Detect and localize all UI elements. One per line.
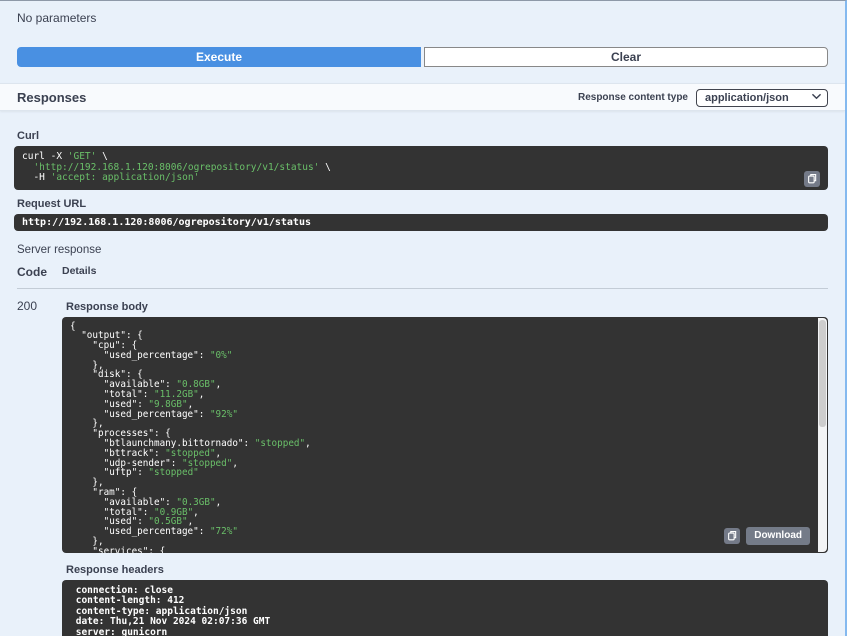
clipboard-icon [728,530,737,541]
swagger-operation-block: No parameters Execute Clear Responses Re… [0,0,847,636]
server-response-title: Server response [17,243,102,256]
scrollbar-thumb[interactable] [819,319,826,428]
clear-button[interactable]: Clear [424,47,828,67]
response-content-type-select[interactable]: application/json [696,88,828,107]
request-url-label: Request URL [17,197,87,210]
response-headers-text: connection: close content-length: 412 co… [75,584,271,636]
download-button[interactable]: Download [746,526,810,545]
clipboard-icon [808,173,817,184]
details-column-header: Details [62,264,97,277]
response-body-json: { "output": { "cpu": { "used_percentage"… [70,320,311,553]
response-body-actions: Download [724,526,810,545]
execute-row: Execute Clear [17,47,828,67]
response-body-copy-button[interactable] [724,527,741,544]
response-headers-label: Response headers [66,563,164,576]
server-response-row: 200 Response body { "output": { "cpu": {… [17,289,828,636]
response-headers-block: connection: close content-length: 412 co… [62,579,828,636]
no-parameters-text: No parameters [17,11,97,25]
server-response-table-header: Code Details [17,265,828,289]
parameters-section: No parameters [0,1,845,25]
code-column-header: Code [17,264,47,279]
response-details-cell: Response body { "output": { "cpu": { "us… [62,289,828,636]
responses-title: Responses [17,89,87,105]
responses-header-band: Responses Response content type applicat… [0,83,845,111]
response-body-wrapper: { "output": { "cpu": { "used_percentage"… [62,316,828,553]
curl-copy-button[interactable] [804,170,820,187]
curl-command-text: curl -X 'GET' \ 'http://192.168.1.120:80… [22,151,331,183]
response-body-label: Response body [66,300,148,313]
response-content-type-group: Response content type application/json [578,88,828,107]
request-url-block: http://192.168.1.120:8006/ogrepository/v… [14,213,828,231]
response-content-type-label: Response content type [577,91,688,103]
request-url-text: http://192.168.1.120:8006/ogrepository/v… [22,216,311,228]
status-code: 200 [17,298,38,313]
response-body-scrollbar[interactable] [818,317,827,552]
curl-command-block: curl -X 'GET' \ 'http://192.168.1.120:80… [14,146,828,190]
curl-label: Curl [17,130,39,142]
execute-button[interactable]: Execute [17,47,421,67]
response-body-block: { "output": { "cpu": { "used_percentage"… [62,316,828,553]
server-response-table: Code Details 200 Response body { "output… [17,265,828,636]
